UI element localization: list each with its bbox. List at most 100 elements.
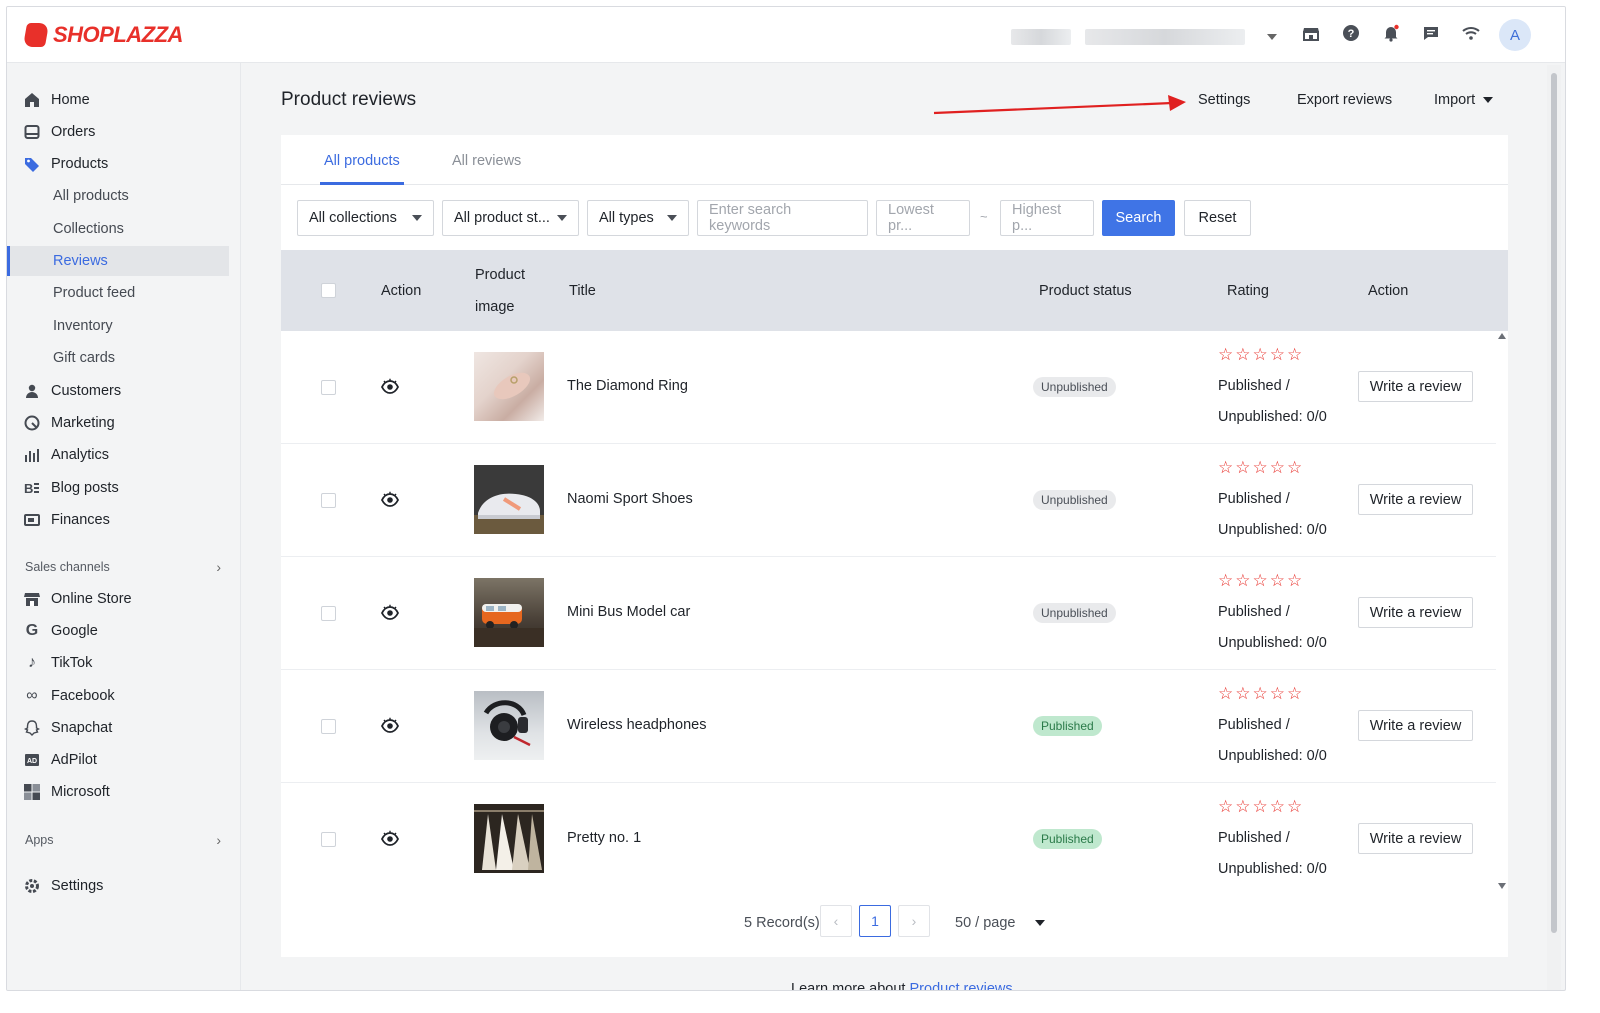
sidebar-item-orders[interactable]: Orders	[7, 117, 229, 147]
sidebar-item-label: Reviews	[53, 253, 108, 269]
sidebar-item-product-feed[interactable]: Product feed	[7, 278, 229, 308]
top-bar: SHOPLAZZA ? A	[7, 7, 1565, 63]
star-outline-icon: ☆	[1269, 797, 1285, 816]
star-outline-icon: ☆	[1269, 458, 1285, 477]
sidebar-item-collections[interactable]: Collections	[7, 214, 229, 244]
table-row: Mini Bus Model car Unpublished ☆ ☆ ☆ ☆ ☆ Pub…	[281, 557, 1496, 670]
sidebar-item-customers[interactable]: Customers	[7, 376, 229, 406]
sidebar-item-all-products[interactable]: All products	[7, 181, 229, 211]
product-image	[474, 465, 544, 534]
message-icon[interactable]	[1421, 23, 1441, 43]
settings-link[interactable]: Settings	[1198, 92, 1250, 108]
sidebar-item-label: Collections	[53, 221, 124, 237]
sidebar-item-online-store[interactable]: Online Store	[7, 584, 229, 614]
import-dropdown[interactable]: Import	[1434, 92, 1494, 108]
select-all-checkbox[interactable]	[321, 283, 336, 298]
export-reviews-link[interactable]: Export reviews	[1297, 92, 1392, 108]
page-size-select[interactable]: 50 / page	[955, 915, 1046, 931]
tab-all-products[interactable]: All products	[324, 153, 400, 169]
lowest-price-placeholder: Lowest pr...	[888, 202, 934, 234]
sidebar-item-adpilot[interactable]: AD AdPilot	[7, 745, 229, 775]
tab-all-reviews[interactable]: All reviews	[452, 153, 521, 169]
write-review-button[interactable]: Write a review	[1358, 710, 1473, 741]
sidebar-item-facebook[interactable]: ∞ Facebook	[7, 681, 229, 711]
highest-price-placeholder: Highest p...	[1012, 202, 1062, 234]
notification-bell-icon[interactable]	[1381, 23, 1401, 43]
sidebar-item-label: TikTok	[51, 655, 93, 671]
sidebar-item-inventory[interactable]: Inventory	[7, 311, 229, 341]
product-title[interactable]: Wireless headphones	[567, 717, 706, 733]
next-page-button[interactable]: ›	[898, 905, 930, 937]
row-checkbox[interactable]	[321, 832, 336, 847]
eye-icon[interactable]	[381, 378, 399, 396]
row-checkbox[interactable]	[321, 606, 336, 621]
store-selector[interactable]	[1011, 29, 1277, 45]
sidebar-item-marketing[interactable]: Marketing	[7, 408, 229, 438]
row-checkbox[interactable]	[321, 380, 336, 395]
lowest-price-input[interactable]: Lowest pr...	[876, 200, 970, 236]
table-scrollbar[interactable]	[1496, 331, 1508, 891]
eye-icon[interactable]	[381, 717, 399, 735]
star-outline-icon: ☆	[1269, 684, 1285, 703]
prev-page-button[interactable]: ‹	[820, 905, 852, 937]
write-review-button[interactable]: Write a review	[1358, 597, 1473, 628]
sidebar-item-label: Settings	[51, 878, 104, 894]
search-input[interactable]: Enter search keywords	[697, 200, 868, 236]
sidebar-item-settings[interactable]: Settings	[7, 871, 229, 901]
orders-icon	[23, 123, 41, 141]
scrollbar-thumb[interactable]	[1551, 73, 1557, 933]
write-review-button[interactable]: Write a review	[1358, 371, 1473, 402]
rating-stars: ☆ ☆ ☆ ☆ ☆	[1218, 572, 1302, 589]
store-icon[interactable]	[1301, 23, 1321, 43]
reset-button[interactable]: Reset	[1184, 200, 1251, 236]
sidebar-item-gift-cards[interactable]: Gift cards	[7, 343, 229, 373]
star-outline-icon: ☆	[1235, 458, 1251, 477]
highest-price-input[interactable]: Highest p...	[1000, 200, 1094, 236]
sidebar-item-blog-posts[interactable]: B Blog posts	[7, 473, 229, 503]
sidebar-item-google[interactable]: G Google	[7, 616, 229, 646]
apps-header[interactable]: Apps ›	[25, 832, 221, 848]
svg-text:AD: AD	[27, 758, 37, 765]
reviews-card: All products All reviews All collections…	[281, 135, 1508, 957]
home-icon	[23, 91, 41, 109]
shoplazza-logo[interactable]: SHOPLAZZA	[22, 22, 183, 48]
sidebar-item-snapchat[interactable]: Snapchat	[7, 713, 229, 743]
eye-icon[interactable]	[381, 830, 399, 848]
eye-icon[interactable]	[381, 491, 399, 509]
row-checkbox[interactable]	[321, 719, 336, 734]
person-icon	[23, 382, 41, 400]
star-outline-icon: ☆	[1287, 458, 1303, 477]
collections-select[interactable]: All collections	[297, 200, 434, 236]
types-select[interactable]: All types	[587, 200, 689, 236]
eye-icon[interactable]	[381, 604, 399, 622]
page-scrollbar[interactable]	[1547, 65, 1561, 990]
sales-channels-header[interactable]: Sales channels ›	[25, 559, 221, 575]
product-reviews-help-link[interactable]: Product reviews	[910, 981, 1013, 990]
star-outline-icon: ☆	[1287, 797, 1303, 816]
sidebar-item-finances[interactable]: Finances	[7, 505, 229, 535]
sidebar-item-home[interactable]: Home	[7, 85, 229, 115]
product-title[interactable]: Naomi Sport Shoes	[567, 491, 693, 507]
product-title[interactable]: The Diamond Ring	[567, 378, 688, 394]
sidebar-item-products[interactable]: Products	[7, 149, 229, 179]
apps-label: Apps	[25, 833, 54, 847]
help-icon[interactable]: ?	[1341, 23, 1361, 43]
sidebar-item-tiktok[interactable]: ♪ TikTok	[7, 648, 229, 678]
sidebar-item-analytics[interactable]: Analytics	[7, 440, 229, 470]
wifi-icon[interactable]	[1461, 23, 1481, 43]
page-number-button[interactable]: 1	[859, 905, 891, 937]
write-review-button[interactable]: Write a review	[1358, 484, 1473, 515]
product-status-select-value: All product st...	[454, 210, 550, 226]
write-review-button[interactable]: Write a review	[1358, 823, 1473, 854]
search-button[interactable]: Search	[1102, 200, 1175, 236]
avatar[interactable]: A	[1499, 19, 1531, 51]
sidebar-item-microsoft[interactable]: Microsoft	[7, 777, 229, 807]
product-title[interactable]: Pretty no. 1	[567, 830, 641, 846]
row-checkbox[interactable]	[321, 493, 336, 508]
published-count: Published /	[1218, 717, 1290, 733]
product-title[interactable]: Mini Bus Model car	[567, 604, 690, 620]
sidebar-item-reviews[interactable]: Reviews	[7, 246, 229, 276]
product-status-select[interactable]: All product st...	[442, 200, 579, 236]
chevron-left-icon: ‹	[833, 913, 839, 929]
blurred-store-domain	[1085, 29, 1245, 45]
